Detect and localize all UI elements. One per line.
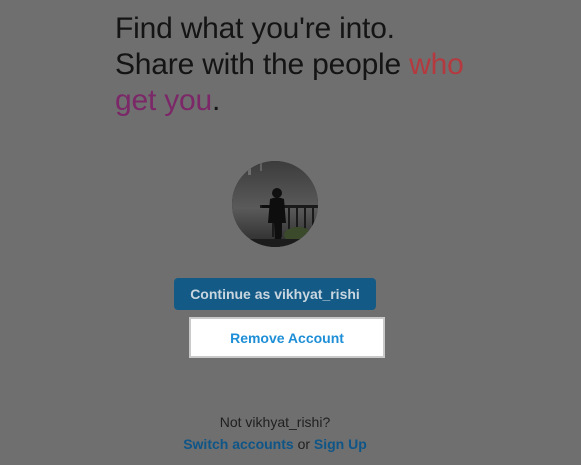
switch-accounts-link[interactable]: Switch accounts <box>183 436 293 452</box>
continue-as-user-button[interactable]: Continue as vikhyat_rishi <box>174 278 376 310</box>
remove-account-highlight: Remove Account <box>189 317 385 358</box>
tagline-line-3: get you. <box>115 83 555 119</box>
tagline-accent-who: who <box>409 48 464 81</box>
remove-account-button[interactable]: Remove Account <box>230 330 344 346</box>
tagline-accent-get-you: get you <box>115 84 213 117</box>
or-text: or <box>297 436 311 452</box>
avatar <box>232 161 318 247</box>
tagline-line-1: Find what you're into. <box>115 12 395 45</box>
tagline: Find what you're into. Share with the pe… <box>115 11 555 119</box>
tagline-line-2: Share with the people who <box>115 47 555 83</box>
tagline-period: . <box>212 84 221 117</box>
not-user-text: Not vikhyat_rishi? <box>219 414 331 430</box>
user-photo-icon <box>232 161 318 247</box>
tagline-line-2-text: Share with the people <box>115 48 410 81</box>
sign-up-link[interactable]: Sign Up <box>314 436 367 452</box>
account-links: Switch accounts or Sign Up <box>0 436 550 452</box>
